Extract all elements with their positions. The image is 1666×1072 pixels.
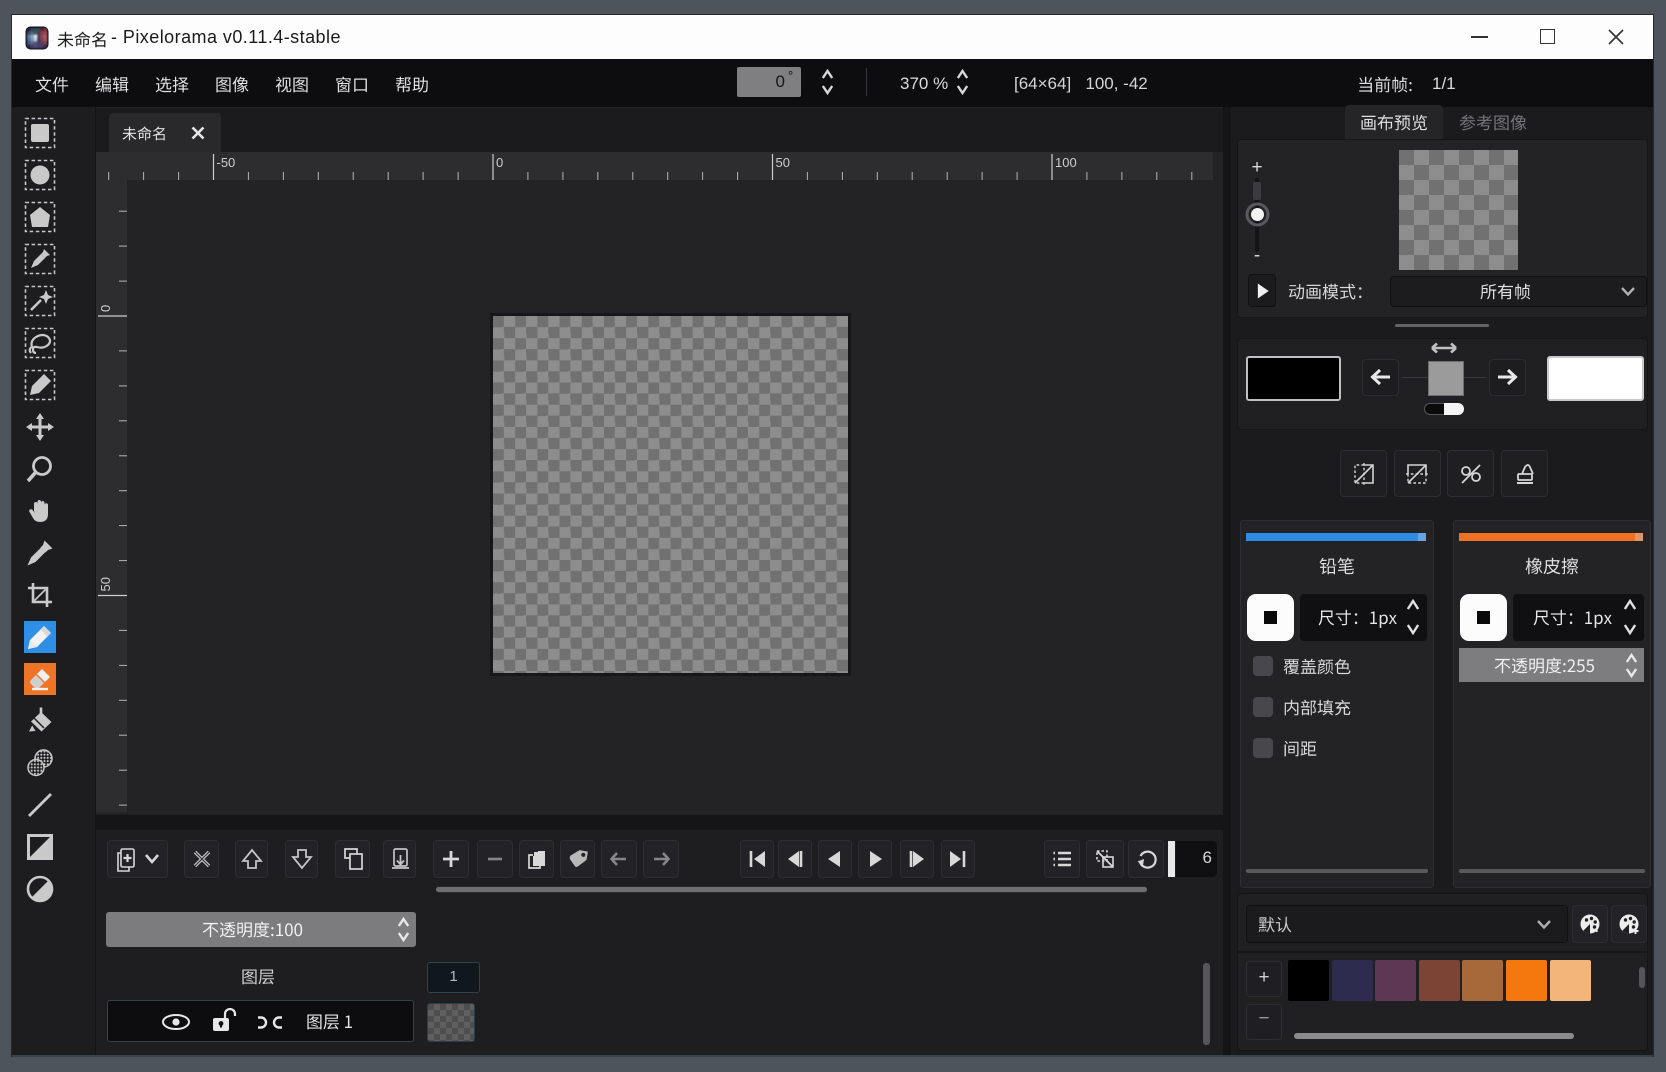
svg-text:100: 100	[1055, 155, 1077, 170]
svg-text:50: 50	[98, 577, 113, 591]
svg-text:0: 0	[496, 155, 503, 170]
svg-text:-50: -50	[217, 155, 236, 170]
svg-text:0: 0	[98, 305, 113, 312]
svg-text:50: 50	[776, 155, 790, 170]
